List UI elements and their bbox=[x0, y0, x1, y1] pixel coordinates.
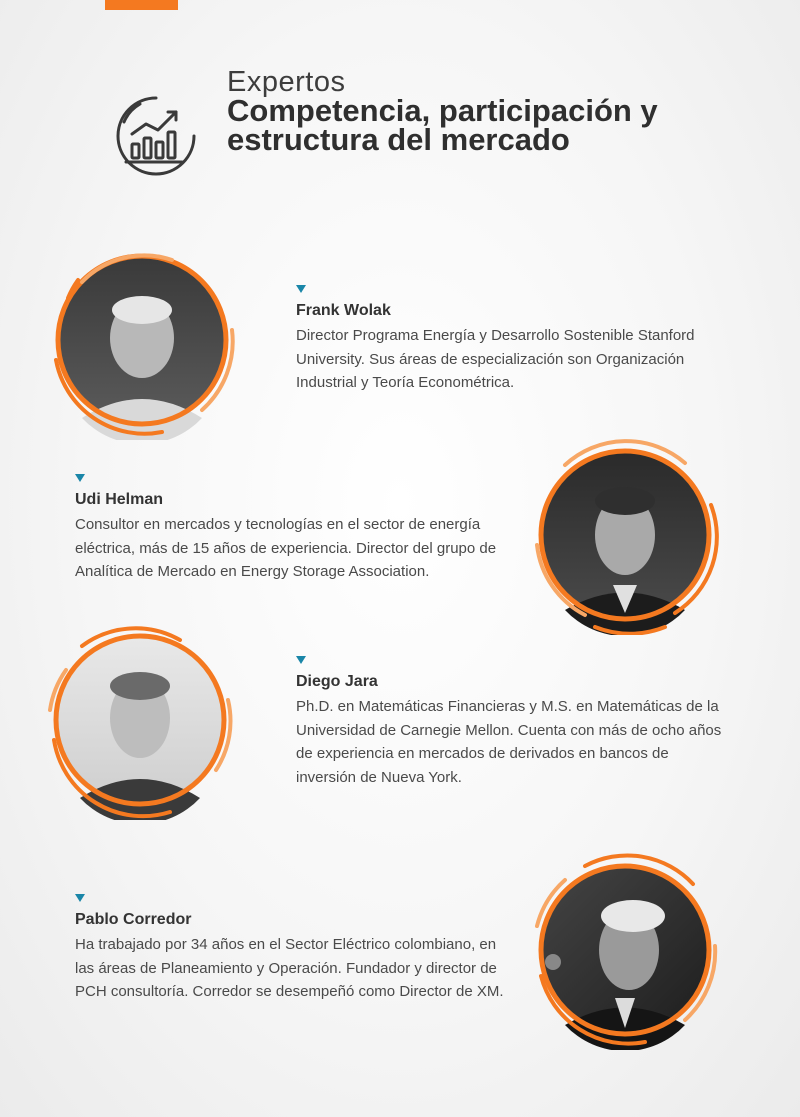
expert-bio: Director Programa Energía y Desarrollo S… bbox=[296, 327, 695, 391]
portrait-diego-jara bbox=[40, 620, 240, 820]
expert-frank-wolak: Frank Wolak Director Programa Energía y … bbox=[296, 285, 726, 395]
expert-pablo-corredor: Pablo Corredor Ha trabajado por 34 años … bbox=[75, 894, 515, 1004]
expert-name: Udi Helman bbox=[75, 491, 164, 508]
bar-chart-growth-icon bbox=[110, 92, 202, 176]
expert-bio: Consultor en mercados y tecnologías en e… bbox=[75, 516, 497, 580]
expert-bio: Ph.D. en Matemáticas Financieras y M.S. … bbox=[296, 698, 722, 786]
page-title: Competencia, participación y estructura … bbox=[227, 93, 658, 157]
portrait-frank-wolak bbox=[42, 240, 242, 440]
triangle-marker-icon bbox=[75, 474, 85, 482]
expert-name: Frank Wolak bbox=[296, 302, 391, 319]
triangle-marker-icon bbox=[75, 894, 85, 902]
triangle-marker-icon bbox=[296, 285, 306, 293]
portrait-udi-helman bbox=[525, 435, 725, 635]
triangle-marker-icon bbox=[296, 656, 306, 664]
expert-name: Pablo Corredor bbox=[75, 911, 192, 928]
expert-bio: Ha trabajado por 34 años en el Sector El… bbox=[75, 936, 504, 1000]
expert-name: Diego Jara bbox=[296, 673, 378, 690]
expert-udi-helman: Udi Helman Consultor en mercados y tecno… bbox=[75, 474, 505, 584]
expert-diego-jara: Diego Jara Ph.D. en Matemáticas Financie… bbox=[296, 656, 726, 789]
top-accent-bar bbox=[105, 0, 178, 10]
portrait-pablo-corredor bbox=[525, 850, 725, 1050]
